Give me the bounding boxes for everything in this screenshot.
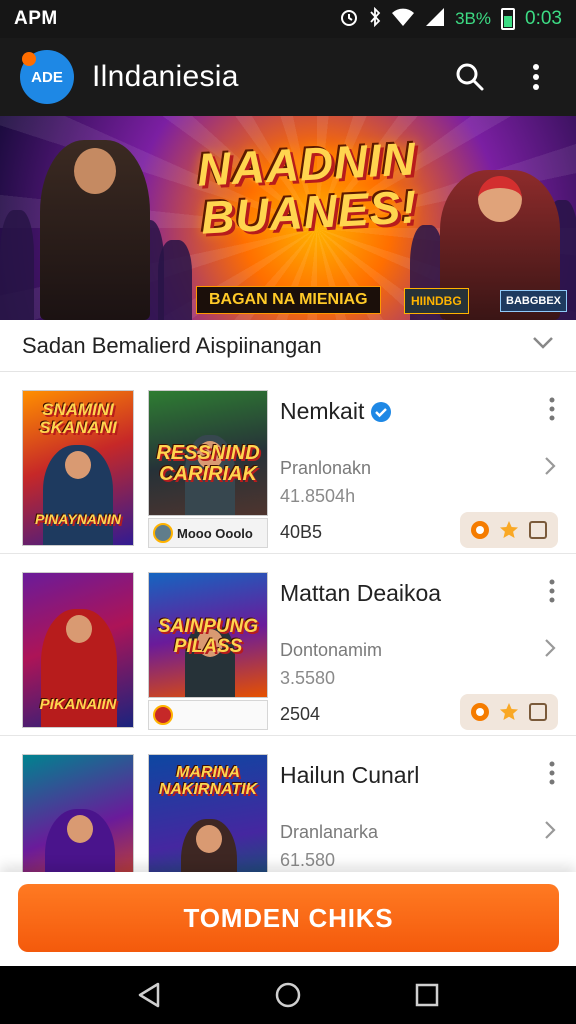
section-header[interactable]: Sadan Bemalierd Aispiinangan	[0, 320, 576, 372]
item-count: 3.5580	[280, 668, 336, 688]
item-subtitle: Dranlanarka	[280, 822, 379, 842]
chevron-right-icon[interactable]	[542, 818, 558, 842]
status-icons: 3B% 0:03	[339, 6, 562, 32]
status-left-text: APM	[14, 8, 58, 29]
cover-figure	[43, 445, 113, 545]
recents-icon[interactable]	[407, 975, 447, 1015]
item-name: Nemkait	[280, 398, 392, 425]
status-bar: APM 3B% 0:03	[0, 0, 576, 38]
banner-title: NAADNIN BUANES!	[176, 132, 441, 243]
search-icon[interactable]	[450, 57, 490, 97]
back-icon[interactable]	[129, 975, 169, 1015]
item-size: 2504	[280, 704, 321, 724]
bluetooth-icon	[369, 6, 381, 32]
chevron-down-icon[interactable]	[532, 336, 554, 355]
square-icon[interactable]	[527, 701, 549, 723]
app-bar: ADE Ilndaniesia	[0, 38, 576, 116]
battery-icon	[501, 8, 516, 30]
game-cover: SNAMINI SKANANI PINAYNANIN	[22, 390, 134, 546]
item-subtitle: Dontonamim	[280, 640, 383, 660]
developer-label: Mooo Ooolo	[177, 525, 253, 541]
item-name-text: Hailun Cunarl	[280, 762, 420, 788]
system-nav-bar	[0, 966, 576, 1024]
section-title: Sadan Bemalierd Aispiinangan	[22, 332, 322, 358]
cover-title: MARINA NAKIRNATIK	[158, 764, 258, 798]
item-size: 40B5	[280, 522, 323, 542]
item-name-text: Nemkait	[280, 398, 365, 424]
wifi-icon	[391, 7, 415, 32]
more-vertical-icon[interactable]	[542, 394, 562, 424]
banner-hero-left	[40, 140, 150, 320]
cover-caption: PIKANAIIN	[39, 696, 117, 714]
star-icon[interactable]	[498, 701, 520, 723]
action-chip[interactable]	[460, 694, 558, 730]
banner-figure	[158, 240, 192, 320]
developer-strip	[148, 700, 268, 730]
game-cover: PIKANAIIN	[22, 572, 134, 728]
cover-title: SNAMINI SKANANI	[39, 400, 117, 437]
banner-badge-secondary: BABGBEX	[500, 290, 568, 312]
cover-caption: PINAYNANIN	[34, 511, 122, 528]
game-cover: RESSNIND CARIRIAK	[148, 390, 268, 516]
item-name-text: Mattan Deaikoa	[280, 580, 442, 606]
chevron-right-icon[interactable]	[542, 636, 558, 660]
developer-avatar	[153, 705, 173, 725]
coin-icon[interactable]	[469, 519, 491, 541]
cta-container: TOMDEN CHIKS	[0, 872, 576, 966]
cover-title: RESSNIND CARIRIAK	[156, 442, 260, 485]
star-icon[interactable]	[498, 519, 520, 541]
alarm-icon	[339, 7, 359, 32]
game-cover: SAINPUNG PILASS	[148, 572, 268, 698]
developer-avatar	[153, 523, 173, 543]
status-clock: 0:03	[525, 8, 562, 29]
item-count: 61.580	[280, 850, 336, 870]
promo-banner[interactable]: NAADNIN BUANES! BAGAN NA MIENIAG HIINDBG…	[0, 116, 576, 320]
item-name: Mattan Deaikoa	[280, 580, 441, 607]
coin-icon[interactable]	[469, 701, 491, 723]
developer-strip: Mooo Ooolo	[148, 518, 268, 548]
list-item[interactable]: SNAMINI SKANANI PINAYNANIN RESSNIND CARI…	[0, 372, 576, 554]
app-title: Ilndaniesia	[92, 60, 239, 93]
action-chip[interactable]	[460, 512, 558, 548]
content-panel: Sadan Bemalierd Aispiinangan SNAMINI SKA…	[0, 320, 576, 910]
chevron-right-icon[interactable]	[542, 454, 558, 478]
app-logo-text: ADE	[31, 68, 63, 86]
item-count: 41.8504h	[280, 486, 356, 506]
list-item[interactable]: PIKANAIIN SAINPUNG PILASS Mattan Deaikoa…	[0, 554, 576, 736]
item-subtitle: Pranlonakn	[280, 458, 372, 478]
banner-figure	[0, 210, 34, 320]
banner-badge: HIINDBG	[404, 288, 469, 314]
square-icon[interactable]	[527, 519, 549, 541]
more-vertical-icon[interactable]	[516, 57, 556, 97]
banner-subtitle: BAGAN NA MIENIAG	[196, 286, 381, 314]
battery-percent: 3B%	[455, 9, 492, 28]
app-logo[interactable]: ADE	[20, 50, 74, 104]
cover-title: SAINPUNG PILASS	[157, 616, 259, 657]
more-vertical-icon[interactable]	[542, 576, 562, 606]
signal-icon	[425, 7, 445, 32]
home-icon[interactable]	[268, 975, 308, 1015]
primary-cta-button[interactable]: TOMDEN CHIKS	[18, 884, 559, 952]
more-vertical-icon[interactable]	[542, 758, 562, 788]
app-screen: APM 3B% 0:03 ADE Ilndaniesia NAADNIN BUA…	[0, 0, 576, 1024]
verified-icon	[371, 401, 392, 422]
app-actions	[450, 57, 556, 97]
item-name: Hailun Cunarl	[280, 762, 419, 789]
